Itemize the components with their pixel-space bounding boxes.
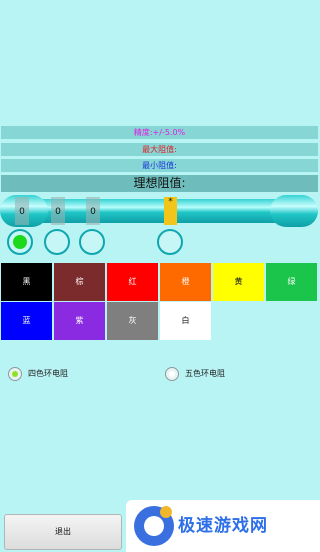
color-swatch-0[interactable]: 黑 bbox=[1, 263, 52, 301]
four-band-label: 四色环电阻 bbox=[28, 369, 68, 378]
color-swatch-label: 黄 bbox=[234, 277, 243, 286]
four-band-option[interactable]: 四色环电阻 bbox=[8, 365, 68, 383]
max-value-bar: 最大阻值: bbox=[1, 143, 318, 156]
precision-bar: 精度:+/-5.0% bbox=[1, 126, 318, 139]
band-selector-1[interactable] bbox=[7, 229, 33, 255]
band-4-label: * bbox=[168, 197, 173, 207]
color-swatch-label: 灰 bbox=[128, 316, 137, 325]
min-value-text: 最小阻值: bbox=[142, 161, 177, 170]
radio-selected-dot bbox=[12, 371, 18, 377]
brand-logo-accent bbox=[160, 506, 172, 518]
precision-text: 精度:+/-5.0% bbox=[133, 128, 186, 137]
color-swatch-1[interactable]: 棕 bbox=[54, 263, 105, 301]
color-swatch-label: 橙 bbox=[181, 277, 190, 286]
five-band-label: 五色环电阻 bbox=[185, 369, 225, 378]
color-swatch-label: 棕 bbox=[75, 277, 84, 286]
color-swatch-label: 蓝 bbox=[22, 316, 31, 325]
color-swatch-label: 黑 bbox=[22, 277, 31, 286]
radio-empty-dot bbox=[169, 371, 175, 377]
band-selector-2[interactable] bbox=[44, 229, 70, 255]
color-swatch-5[interactable]: 绿 bbox=[266, 263, 317, 301]
color-swatch-label: 绿 bbox=[287, 277, 296, 286]
resistor-band-tolerance[interactable]: * bbox=[164, 197, 177, 225]
four-band-radio[interactable] bbox=[8, 367, 22, 381]
color-swatch-9[interactable]: 白 bbox=[160, 302, 211, 340]
max-value-text: 最大阻值: bbox=[142, 145, 177, 154]
band-2-label: 0 bbox=[55, 207, 61, 217]
five-band-radio[interactable] bbox=[165, 367, 179, 381]
resistor-diagram: 0 0 0 * bbox=[0, 195, 320, 229]
color-swatch-4[interactable]: 黄 bbox=[213, 263, 264, 301]
selected-indicator bbox=[13, 235, 27, 249]
band-3-label: 0 bbox=[90, 207, 96, 217]
ideal-value-text: 理想阻值: bbox=[133, 176, 186, 190]
resistor-right-cap bbox=[270, 195, 318, 227]
five-band-option[interactable]: 五色环电阻 bbox=[165, 365, 225, 383]
color-swatch-7[interactable]: 紫 bbox=[54, 302, 105, 340]
brand-watermark: 极速游戏网 bbox=[126, 500, 320, 552]
color-swatch-label: 白 bbox=[181, 316, 190, 325]
ideal-value-bar: 理想阻值: bbox=[1, 175, 318, 192]
band-selector-3[interactable] bbox=[79, 229, 105, 255]
brand-logo-center bbox=[144, 516, 164, 536]
brand-logo-icon bbox=[134, 506, 174, 546]
color-swatch-2[interactable]: 红 bbox=[107, 263, 158, 301]
resistor-band-1[interactable]: 0 bbox=[15, 197, 29, 225]
color-swatch-8[interactable]: 灰 bbox=[107, 302, 158, 340]
color-swatch-6[interactable]: 蓝 bbox=[1, 302, 52, 340]
min-value-bar: 最小阻值: bbox=[1, 159, 318, 172]
brand-text: 极速游戏网 bbox=[178, 516, 268, 536]
resistor-band-2[interactable]: 0 bbox=[51, 197, 65, 225]
color-swatch-label: 红 bbox=[128, 277, 137, 286]
exit-label: 退出 bbox=[55, 527, 71, 536]
exit-button[interactable]: 退出 bbox=[4, 514, 122, 550]
color-swatch-3[interactable]: 橙 bbox=[160, 263, 211, 301]
color-swatch-label: 紫 bbox=[75, 316, 84, 325]
resistor-band-3[interactable]: 0 bbox=[86, 197, 100, 225]
band-selector-tolerance[interactable] bbox=[157, 229, 183, 255]
band-1-label: 0 bbox=[19, 207, 25, 217]
